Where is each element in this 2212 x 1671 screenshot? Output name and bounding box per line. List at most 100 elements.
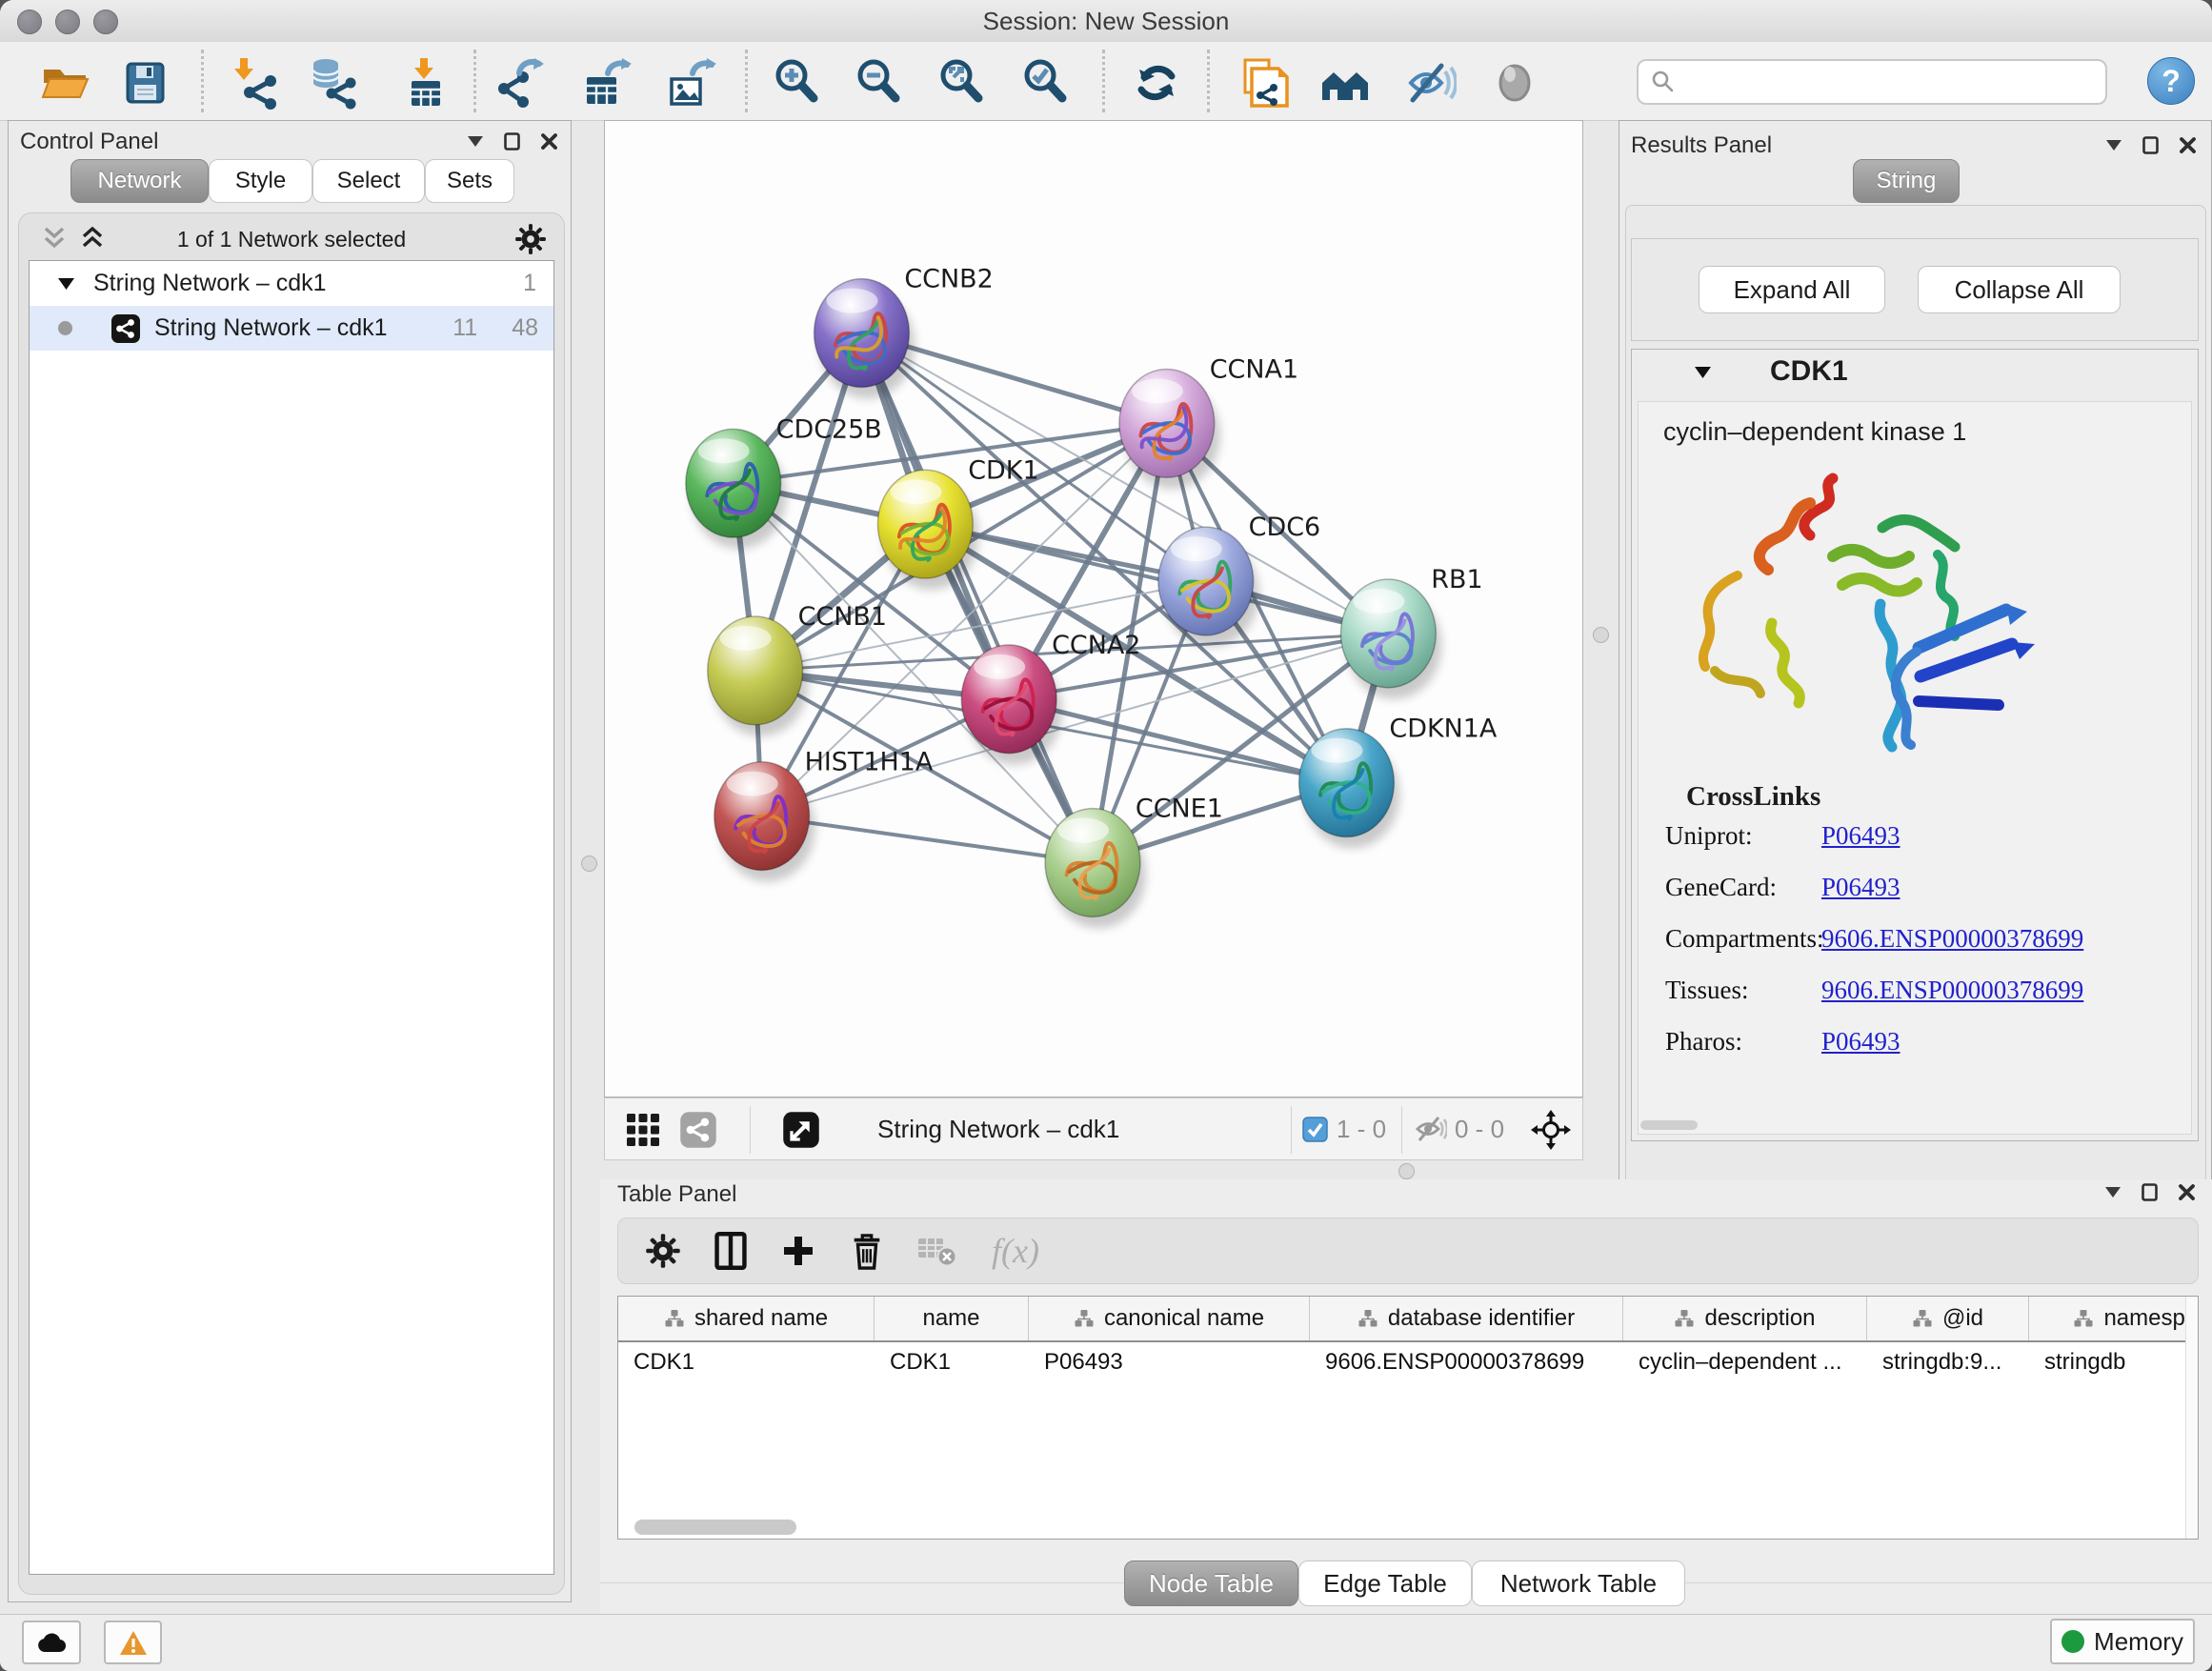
add-column-icon[interactable] [780, 1233, 816, 1269]
network-node-RB1[interactable]: RB1 [1340, 565, 1482, 699]
tab-label: Node Table [1149, 1569, 1274, 1599]
zoom-selected-icon[interactable] [1012, 54, 1080, 111]
network-node-CCNB1[interactable]: CCNB1 [708, 602, 887, 736]
first-neighbors-icon[interactable] [1311, 54, 1379, 111]
network-collection-row[interactable]: String Network – cdk1 1 [30, 261, 553, 306]
crosslink-link[interactable]: P06493 [1821, 1027, 1900, 1056]
table-cell[interactable]: P06493 [1029, 1342, 1310, 1382]
network-node-CDKN1A[interactable]: CDKN1A [1299, 715, 1498, 849]
panel-menu-icon[interactable] [2106, 140, 2122, 151]
network-node-CCNE1[interactable]: CCNE1 [1045, 795, 1223, 929]
tab-select[interactable]: Select [312, 159, 425, 203]
zoom-fit-icon[interactable] [928, 54, 996, 111]
selected-node-edge-counts: 1 - 0 [1337, 1098, 1386, 1159]
network-row-selected[interactable]: String Network – cdk1 11 48 [30, 306, 553, 351]
table-horizontal-scrollbar-thumb[interactable] [634, 1520, 796, 1535]
export-image-icon[interactable] [656, 54, 725, 111]
bottom-splitter-handle[interactable] [1398, 1163, 1415, 1179]
table-cell[interactable]: stringdb [2029, 1342, 2199, 1382]
table-cell[interactable]: stringdb:9... [1867, 1342, 2029, 1382]
collapse-all-button[interactable]: Collapse All [1918, 266, 2121, 313]
expand-all-button[interactable]: Expand All [1699, 266, 1885, 313]
column-header-description[interactable]: description [1623, 1297, 1867, 1340]
crosslink-link[interactable]: 9606.ENSP00000378699 [1821, 976, 2083, 1004]
crosslink-link[interactable]: P06493 [1821, 873, 1900, 901]
search-input[interactable] [1637, 59, 2107, 105]
network-graph[interactable]: CCNB2CCNA1CDC25BCDK1CDC6RB1CCNB1CCNA2CDK… [605, 121, 1582, 1097]
tab-string[interactable]: String [1853, 159, 1960, 203]
save-session-icon[interactable] [111, 54, 179, 111]
crosslink-link[interactable]: 9606.ENSP00000378699 [1821, 924, 2083, 953]
float-panel-icon[interactable] [504, 132, 520, 151]
network-view-canvas[interactable]: CCNB2CCNA1CDC25BCDK1CDC6RB1CCNB1CCNA2CDK… [604, 120, 1583, 1097]
import-network-database-icon[interactable] [299, 54, 368, 111]
tab-node-table[interactable]: Node Table [1124, 1560, 1298, 1606]
column-header--id[interactable]: @id [1867, 1297, 2029, 1340]
new-network-from-selection-icon[interactable] [1230, 54, 1298, 111]
export-network-icon[interactable] [487, 54, 555, 111]
cloud-status-button[interactable] [22, 1621, 81, 1664]
right-splitter-handle[interactable] [1593, 627, 1609, 643]
zoom-in-icon[interactable] [763, 54, 832, 111]
zoom-out-icon[interactable] [845, 54, 914, 111]
fit-selected-crosshair-icon[interactable] [1531, 1110, 1571, 1150]
node-label: CDC6 [1249, 513, 1321, 542]
float-panel-icon[interactable] [2142, 136, 2159, 154]
node-table[interactable]: shared namenamecanonical namedatabase id… [617, 1296, 2199, 1540]
column-header-name[interactable]: name [875, 1297, 1029, 1340]
tab-network[interactable]: Network [70, 159, 209, 203]
network-node-HIST1H1A[interactable]: HIST1H1A [714, 748, 934, 882]
card-collapse-icon[interactable] [1695, 367, 1711, 378]
close-panel-icon[interactable] [2180, 137, 2196, 153]
show-columns-icon[interactable] [714, 1232, 748, 1270]
selected-checkbox-icon[interactable] [1302, 1117, 1328, 1142]
network-node-CDC6[interactable]: CDC6 [1158, 513, 1320, 647]
refresh-layout-icon[interactable] [1122, 54, 1191, 111]
collection-expand-icon[interactable] [58, 278, 74, 290]
float-panel-icon[interactable] [2142, 1183, 2158, 1201]
search-icon [1650, 69, 1677, 95]
close-panel-icon[interactable] [541, 133, 557, 150]
panel-menu-icon[interactable] [2105, 1187, 2121, 1198]
hide-selected-icon[interactable] [1396, 54, 1464, 111]
column-header-namespace[interactable]: namespace [2029, 1297, 2199, 1340]
table-options-gear-icon[interactable] [645, 1233, 681, 1269]
export-table-icon[interactable] [572, 54, 640, 111]
show-all-icon[interactable] [1480, 54, 1549, 111]
column-header-database-identifier[interactable]: database identifier [1310, 1297, 1623, 1340]
table-cell[interactable]: CDK1 [875, 1342, 1029, 1382]
network-node-CCNB2[interactable]: CCNB2 [814, 265, 994, 399]
open-session-icon[interactable] [30, 54, 99, 111]
tab-edge-table[interactable]: Edge Table [1298, 1560, 1472, 1606]
left-splitter-handle[interactable] [581, 856, 597, 872]
table-cell[interactable]: 9606.ENSP00000378699 [1310, 1342, 1623, 1382]
panel-menu-icon[interactable] [468, 136, 483, 147]
table-cell[interactable]: CDK1 [618, 1342, 875, 1382]
tab-style[interactable]: Style [209, 159, 312, 203]
memory-button[interactable]: Memory [2050, 1619, 2195, 1664]
table-vertical-scrollbar[interactable] [2185, 1297, 2198, 1539]
table-data-row[interactable]: CDK1CDK1P064939606.ENSP00000378699cyclin… [618, 1342, 2199, 1382]
crosslink-link[interactable]: P06493 [1821, 821, 1900, 850]
help-button[interactable]: ? [2147, 57, 2195, 105]
birds-eye-view-icon[interactable] [782, 1111, 820, 1149]
tab-network-table[interactable]: Network Table [1472, 1560, 1685, 1606]
delete-column-icon[interactable] [849, 1231, 885, 1271]
column-header-shared-name[interactable]: shared name [618, 1297, 875, 1340]
network-node-CDC25B[interactable]: CDC25B [686, 414, 882, 549]
string-network-icon [111, 313, 141, 344]
network-node-CCNA1[interactable]: CCNA1 [1119, 354, 1298, 489]
network-edge[interactable] [861, 333, 1093, 863]
close-panel-icon[interactable] [2179, 1184, 2195, 1200]
hidden-eye-icon [1415, 1115, 1447, 1143]
warnings-button[interactable] [104, 1621, 162, 1664]
import-network-file-icon[interactable] [221, 54, 290, 111]
column-header-canonical-name[interactable]: canonical name [1029, 1297, 1310, 1340]
grid-view-icon[interactable] [626, 1113, 660, 1147]
card-hscroll-thumb[interactable] [1640, 1120, 1698, 1130]
table-cell[interactable]: cyclin–dependent ... [1623, 1342, 1867, 1382]
tab-sets[interactable]: Sets [425, 159, 514, 203]
network-options-gear-icon[interactable] [514, 223, 547, 255]
network-label: String Network – cdk1 [154, 314, 388, 342]
import-table-file-icon[interactable] [392, 54, 460, 111]
